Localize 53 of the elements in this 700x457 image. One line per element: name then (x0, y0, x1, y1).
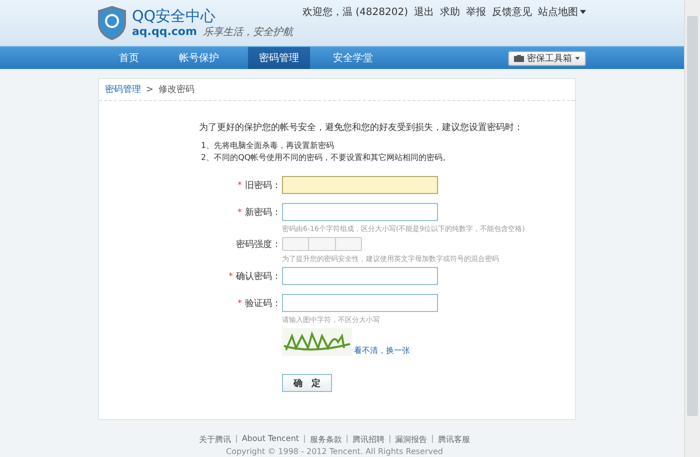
header-link[interactable]: 站点地图 (538, 5, 586, 19)
scrollbar[interactable] (684, 0, 700, 457)
breadcrumb-link[interactable]: 密码管理 (105, 83, 141, 96)
copyright-text: Copyright © 1998 - 2012 Tencent. All Rights Reserved (226, 447, 443, 456)
toolbox-icon (514, 54, 524, 62)
breadcrumb-separator: > (146, 84, 154, 94)
refresh-captcha-link[interactable]: 看不清，换一张 (354, 345, 410, 356)
footer-link[interactable]: 服务条款 (310, 434, 342, 445)
required-mark: * (238, 180, 242, 190)
footer-link[interactable]: 关于腾讯 (199, 434, 232, 445)
tip-text: 1、先将电脑全面杀毒，再设置新密码 (200, 140, 336, 152)
required-mark: * (238, 208, 242, 218)
input-field[interactable] (282, 267, 438, 285)
footer-separator: | (346, 434, 348, 445)
footer-link[interactable]: 漏洞报告 (395, 434, 428, 445)
captcha-drawing (282, 328, 352, 356)
nav-tab[interactable]: 帐号保护 (168, 47, 230, 69)
slogan: 乐享生活，安全护航 (202, 26, 293, 38)
welcome-text: 欢迎您，温 (4828202) (302, 6, 408, 19)
submit-button[interactable]: 确 定 (282, 374, 332, 392)
footer-link[interactable]: About Tencent (242, 434, 300, 445)
footer-separator: | (235, 434, 238, 445)
breadcrumb-current: 修改密码 (158, 84, 195, 96)
header-link[interactable]: 退出 (414, 5, 434, 19)
field-label: * 确认密码： (228, 270, 282, 282)
caret-icon (575, 56, 580, 60)
nav-tab[interactable]: 首页 (98, 47, 160, 69)
input-field[interactable] (282, 203, 438, 221)
footer-separator: | (303, 434, 306, 445)
field-label: * 旧密码： (236, 180, 282, 192)
intro-text: 为了更好的保护您的帐号安全，避免您和您的好友受到损失，建议您设置密码时： (199, 122, 524, 134)
nav-tab[interactable]: 密码管理 (248, 47, 310, 69)
tip-text: 2、不同的QQ帐号使用不同的密码，不要设置和其它网站相同的密码。 (200, 152, 452, 164)
logo-title: QQ安全中心 (132, 8, 217, 24)
field-label: * 新密码： (236, 206, 282, 218)
footer-separator: | (431, 434, 434, 445)
header-link[interactable]: 举报 (466, 5, 486, 19)
input-field[interactable] (282, 294, 438, 312)
footer-link[interactable]: 腾讯招聘 (352, 434, 384, 445)
field-label: * 验证码： (236, 298, 282, 310)
required-mark: * (238, 298, 242, 308)
site-domain: aq.qq.com (132, 24, 197, 38)
toolbox-button[interactable]: 密保工具箱 (508, 50, 586, 66)
field-label: 密码强度： (235, 238, 282, 250)
footer-separator: | (388, 434, 392, 445)
footer-link[interactable]: 腾讯客服 (438, 434, 470, 445)
required-mark: * (228, 272, 233, 282)
header-link[interactable]: 求助 (440, 5, 460, 19)
nav-tab[interactable]: 安全学堂 (322, 47, 384, 69)
input-field[interactable] (282, 176, 438, 194)
header-link[interactable]: 反馈意见 (492, 5, 532, 19)
shield-icon (98, 6, 126, 40)
caret-icon (580, 10, 586, 14)
